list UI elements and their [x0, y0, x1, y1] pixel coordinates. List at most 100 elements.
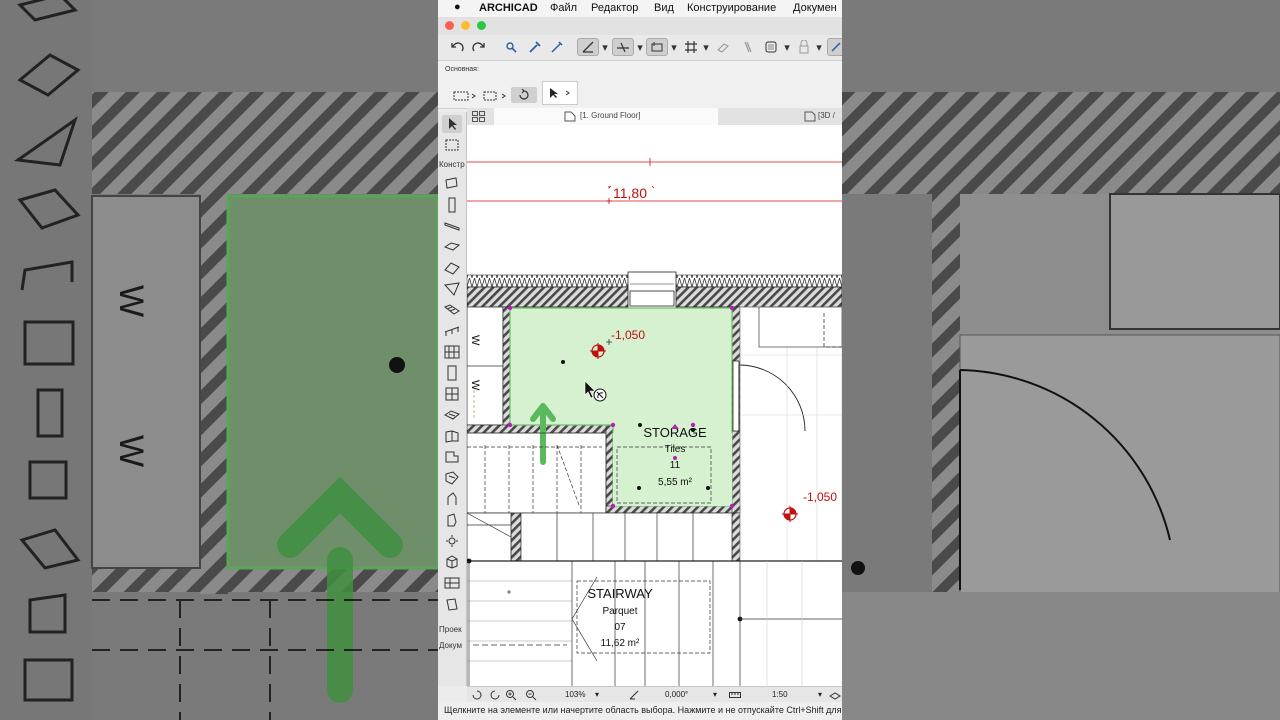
marquee-type-button[interactable]: [480, 88, 510, 104]
toolbox-group-documentation[interactable]: Докум: [439, 641, 462, 650]
navigator-toggle-button[interactable]: [472, 111, 486, 123]
prompt-line: Щелкните на элементе или начертите облас…: [438, 702, 842, 720]
level-marker-right[interactable]: -1,050: [803, 490, 837, 504]
lock-dropdown[interactable]: ▾: [814, 38, 824, 56]
snap-points-dropdown[interactable]: ▾: [669, 38, 679, 56]
scale-icon-button[interactable]: [729, 690, 741, 700]
zoom-level[interactable]: 103%: [565, 690, 585, 699]
minimize-window-button[interactable]: [461, 21, 470, 30]
snap-guides-button[interactable]: [612, 38, 634, 56]
apple-icon[interactable]: ●: [454, 1, 461, 13]
zone-tool[interactable]: [442, 469, 462, 487]
pan-button[interactable]: [489, 689, 501, 701]
snap-guides-dropdown[interactable]: ▾: [635, 38, 645, 56]
menu-file[interactable]: Файл: [550, 2, 577, 14]
3d-box-tool[interactable]: [442, 553, 462, 571]
object-tool[interactable]: [442, 448, 462, 466]
morph-tool[interactable]: [442, 511, 462, 529]
marquee-icon: [483, 91, 506, 101]
trace-icon: [831, 42, 841, 52]
menu-view[interactable]: Вид: [654, 2, 674, 14]
wall-tool[interactable]: [442, 174, 462, 192]
selection-method-button[interactable]: [450, 88, 480, 104]
door-tool[interactable]: [442, 364, 462, 382]
level-marker-top[interactable]: 11,80: [613, 185, 647, 201]
scale-dropdown-icon[interactable]: ▾: [818, 690, 822, 699]
lock-button[interactable]: [796, 38, 812, 56]
guide-lines-button[interactable]: [577, 38, 599, 56]
view-display-button[interactable]: [762, 38, 780, 56]
menu-bar: ● ARCHICAD Файл Редактор Вид Конструиров…: [438, 0, 842, 17]
view-display-dropdown[interactable]: ▾: [782, 38, 792, 56]
layer-combination-button[interactable]: [714, 38, 732, 56]
arrow-tool[interactable]: [442, 115, 462, 133]
rotation-button[interactable]: [511, 87, 537, 103]
toolbox-group-design[interactable]: Констр: [439, 160, 465, 169]
find-select-button[interactable]: [502, 38, 520, 56]
tab-floor-plan[interactable]: [1. Ground Floor]: [494, 108, 718, 125]
beam-tool[interactable]: [442, 217, 462, 235]
orientation-dropdown-icon[interactable]: ▾: [713, 690, 717, 699]
storage-wall-inner[interactable]: [605, 424, 614, 514]
zone-name-stairway[interactable]: STAIRWAY: [587, 586, 653, 601]
floor-plan-icon: [564, 111, 576, 122]
tab-3d[interactable]: [3D /: [802, 108, 842, 125]
syringe-button[interactable]: [548, 38, 566, 56]
zoom-window-button[interactable]: [477, 21, 486, 30]
trace-reference-button[interactable]: [827, 38, 842, 56]
floor-plan-canvas[interactable]: 11,80 W W -1,050 STORAGE Tiles 11 5,55 m…: [467, 125, 842, 686]
menu-design[interactable]: Конструирование: [687, 2, 776, 14]
layer-icon: [717, 43, 729, 53]
marquee-tool[interactable]: [442, 136, 462, 154]
storage-wall-left[interactable]: [502, 306, 511, 432]
elevation-tool[interactable]: [442, 595, 462, 613]
column-tool[interactable]: [442, 196, 462, 214]
toolbox-group-viewpoint[interactable]: Проек: [439, 625, 462, 634]
stair-tool[interactable]: [442, 301, 462, 319]
menu-app-name[interactable]: ARCHICAD: [479, 2, 538, 14]
undo-button[interactable]: [448, 38, 466, 56]
corner-window-tool[interactable]: [442, 427, 462, 445]
toolbox: Констр Проек Докум: [438, 112, 467, 686]
view-display-icon: [765, 41, 777, 53]
tab-floor-plan-label: [1. Ground Floor]: [580, 111, 641, 120]
level-marker-storage[interactable]: -1,050: [611, 328, 645, 342]
orientation-angle[interactable]: 0,000°: [665, 690, 688, 699]
curtain-wall-tool[interactable]: [442, 343, 462, 361]
shell-tool[interactable]: [442, 280, 462, 298]
mesh-tool-icon: [447, 492, 457, 505]
arrow-tool-icon: [449, 118, 457, 130]
menu-document[interactable]: Докумен: [793, 2, 837, 14]
slab-tool[interactable]: [442, 238, 462, 256]
zoom-in-button[interactable]: [471, 689, 483, 701]
redo-button[interactable]: [470, 38, 488, 56]
grid-icon: [685, 41, 697, 53]
zoom-dropdown-icon[interactable]: ▾: [595, 690, 599, 699]
slab-tool-icon: [444, 242, 460, 251]
structure-display-button[interactable]: [738, 38, 756, 56]
layer-settings-button[interactable]: [829, 689, 841, 701]
drawing-scale[interactable]: 1:50: [772, 690, 788, 699]
storage-wall-bottom[interactable]: [605, 505, 741, 514]
railing-tool[interactable]: [442, 322, 462, 340]
mesh-tool[interactable]: [442, 490, 462, 508]
grid-snap-button[interactable]: [682, 38, 700, 56]
section-tool[interactable]: [442, 574, 462, 592]
window-tool[interactable]: [442, 385, 462, 403]
grid-dropdown[interactable]: ▾: [701, 38, 711, 56]
lamp-tool[interactable]: [442, 532, 462, 550]
zoom-magnifier-button[interactable]: [505, 689, 517, 701]
orientation-button[interactable]: [628, 689, 640, 701]
pointer-mode-button[interactable]: [542, 81, 578, 105]
menu-edit[interactable]: Редактор: [591, 2, 638, 14]
roof-tool[interactable]: [442, 259, 462, 277]
close-window-button[interactable]: [445, 21, 454, 30]
zoom-out-button[interactable]: [525, 689, 537, 701]
snap-points-button[interactable]: [646, 38, 668, 56]
morph-tool-icon: [447, 513, 457, 527]
eyedropper-button[interactable]: [526, 38, 544, 56]
skylight-tool[interactable]: [442, 406, 462, 424]
guide-lines-dropdown[interactable]: ▾: [600, 38, 610, 56]
structure-icon: [744, 41, 752, 53]
zone-tool-icon: [445, 471, 459, 485]
